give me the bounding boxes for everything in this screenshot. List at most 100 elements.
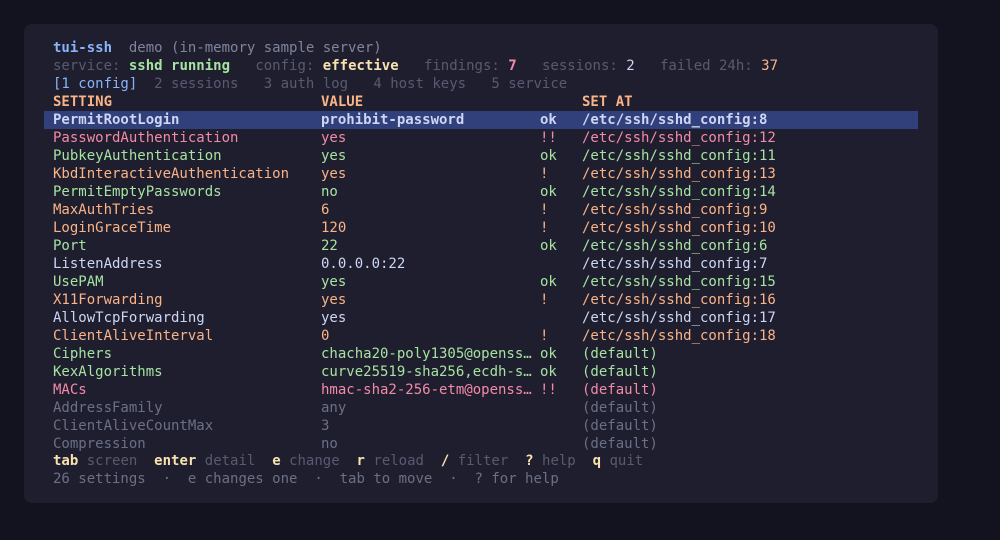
separator: · — [449, 471, 458, 487]
key-screen[interactable]: tab — [53, 453, 78, 469]
table-row[interactable]: ListenAddress 0.0.0.0:22/etc/ssh/sshd_con… — [44, 255, 918, 273]
setting-source: /etc/ssh/sshd_config:13 — [582, 166, 776, 182]
title-line: tui-ssh demo (in-memory sample server) — [53, 39, 382, 57]
separator: · — [314, 471, 323, 487]
setting-value: any — [321, 400, 347, 416]
status-flag: ok — [540, 364, 557, 380]
status-line: service: sshd running config: effective … — [53, 57, 778, 75]
hint-change: e changes one — [187, 471, 298, 487]
status-flag: ! — [540, 166, 549, 182]
setting-source: /etc/ssh/sshd_config:10 — [582, 220, 776, 236]
tab-sessions[interactable]: 2 sessions — [154, 76, 238, 92]
setting-name: Ciphers — [53, 346, 113, 362]
setting-value: prohibit-password — [321, 112, 465, 128]
key-filter[interactable]: / — [441, 453, 449, 469]
settings-count: 26 settings — [53, 471, 146, 487]
table-row[interactable]: AllowTcpForwarding yes/etc/ssh/sshd_confi… — [44, 309, 918, 327]
failed-label: failed 24h: — [660, 58, 753, 74]
table-row[interactable]: Compression no (default) — [44, 435, 918, 453]
setting-name: ClientAliveCountMax — [53, 418, 214, 434]
status-flag: ! — [540, 202, 549, 218]
setting-name: ListenAddress — [53, 256, 163, 272]
table-row[interactable]: Ciphers chacha20-poly1305@openss… ok (defau… — [44, 345, 918, 363]
setting-value: 0 — [321, 328, 330, 344]
setting-name: KexAlgorithms — [53, 364, 163, 380]
config-mode: effective — [322, 58, 399, 74]
table-row[interactable]: KexAlgorithms curve25519-sha256,ecdh-s… ok… — [44, 363, 918, 381]
hint-help: ? for help — [474, 471, 559, 487]
setting-value: chacha20-poly1305@openss… — [321, 346, 532, 362]
key-desc: help — [542, 453, 576, 469]
key-quit[interactable]: q — [593, 453, 601, 469]
status-flag: ok — [540, 112, 557, 128]
tab-service[interactable]: 5 service — [491, 76, 567, 92]
setting-value: curve25519-sha256,ecdh-s… — [321, 364, 532, 380]
status-flag: ! — [540, 220, 549, 236]
sessions-label: sessions: — [541, 58, 618, 74]
status-flag: !! — [540, 130, 557, 146]
setting-name: AddressFamily — [53, 400, 163, 416]
status-flag: !! — [540, 382, 557, 398]
setting-source: /etc/ssh/sshd_config:11 — [582, 148, 776, 164]
tab-config[interactable]: [1 config] — [53, 76, 137, 92]
table-row[interactable]: Port 22 ok/etc/ssh/sshd_config:6 — [44, 237, 918, 255]
app-subtitle: demo (in-memory sample server) — [128, 40, 382, 56]
table-row[interactable]: PubkeyAuthentication yes ok/etc/ssh/sshd_c… — [44, 147, 918, 165]
hint-move: tab to move — [339, 471, 433, 487]
setting-source: (default) — [582, 382, 658, 398]
header-set-at: SET AT — [582, 94, 633, 110]
table-row[interactable]: LoginGraceTime 120! /etc/ssh/sshd_config:1… — [44, 219, 918, 237]
setting-name: PubkeyAuthentication — [53, 148, 222, 164]
setting-value: no — [321, 436, 338, 452]
setting-value: yes — [321, 166, 347, 182]
setting-source: (default) — [582, 400, 658, 416]
table-row[interactable]: KbdInteractiveAuthentication yes! /etc/ssh… — [44, 165, 918, 183]
setting-value: hmac-sha2-256-etm@openss… — [321, 382, 532, 398]
table-row[interactable]: PasswordAuthentication yes!! /etc/ssh/sshd… — [44, 129, 918, 147]
findings-count: 7 — [508, 58, 517, 74]
setting-source: (default) — [582, 364, 658, 380]
setting-value: no — [321, 184, 338, 200]
key-change[interactable]: e — [272, 453, 280, 469]
table-row[interactable]: PermitRootLogin prohibit-password ok/etc/s… — [44, 111, 918, 129]
setting-value: yes — [321, 274, 347, 290]
table-row[interactable]: AddressFamily any (default) — [44, 399, 918, 417]
status-flag: ok — [540, 346, 557, 362]
findings-label: findings: — [423, 58, 500, 74]
status-flag: ok — [540, 274, 557, 290]
key-reload[interactable]: r — [357, 453, 365, 469]
key-desc: detail — [204, 453, 256, 469]
key-desc: screen — [86, 453, 138, 469]
table-row[interactable]: MaxAuthTries 6! /etc/ssh/sshd_config:9 — [44, 201, 918, 219]
setting-source: (default) — [582, 346, 658, 362]
setting-value: 3 — [321, 418, 330, 434]
setting-value: 120 — [321, 220, 347, 236]
key-help[interactable]: ? — [525, 453, 533, 469]
setting-value: yes — [321, 310, 347, 326]
table-row[interactable]: UsePAM yes ok/etc/ssh/sshd_config:15 — [44, 273, 918, 291]
setting-source: (default) — [582, 418, 658, 434]
table-row[interactable]: X11Forwarding yes! /etc/ssh/sshd_config:16 — [44, 291, 918, 309]
table-row[interactable]: MACs hmac-sha2-256-etm@openss…!! (default) — [44, 381, 918, 399]
setting-source: /etc/ssh/sshd_config:6 — [582, 238, 768, 254]
table-row[interactable]: PermitEmptyPasswords no ok/etc/ssh/sshd_co… — [44, 183, 918, 201]
table-row[interactable]: ClientAliveInterval 0! /etc/ssh/sshd_confi… — [44, 327, 918, 345]
key-detail[interactable]: enter — [154, 453, 196, 469]
setting-source: /etc/ssh/sshd_config:18 — [582, 328, 776, 344]
tab-auth-log[interactable]: 3 auth log — [264, 76, 348, 92]
tab-host-keys[interactable]: 4 host keys — [373, 76, 466, 92]
footer-hints: 26 settings · e changes one · tab to mov… — [53, 470, 559, 488]
failed-count: 37 — [761, 58, 779, 74]
table-row[interactable]: ClientAliveCountMax 3 (default) — [44, 417, 918, 435]
setting-source: /etc/ssh/sshd_config:9 — [582, 202, 768, 218]
setting-value: 22 — [321, 238, 338, 254]
keybindings-bar: tab screen enter detail e change r reloa… — [53, 452, 643, 470]
setting-source: /etc/ssh/sshd_config:16 — [582, 292, 776, 308]
header-setting: SETTING — [53, 94, 113, 110]
sessions-count: 2 — [626, 58, 635, 74]
app-name: tui-ssh — [53, 40, 113, 56]
status-flag: ok — [540, 148, 557, 164]
setting-value: yes — [321, 130, 347, 146]
service-label: service: — [53, 58, 121, 74]
table-header: SETTING VALUE SET AT — [44, 93, 918, 111]
